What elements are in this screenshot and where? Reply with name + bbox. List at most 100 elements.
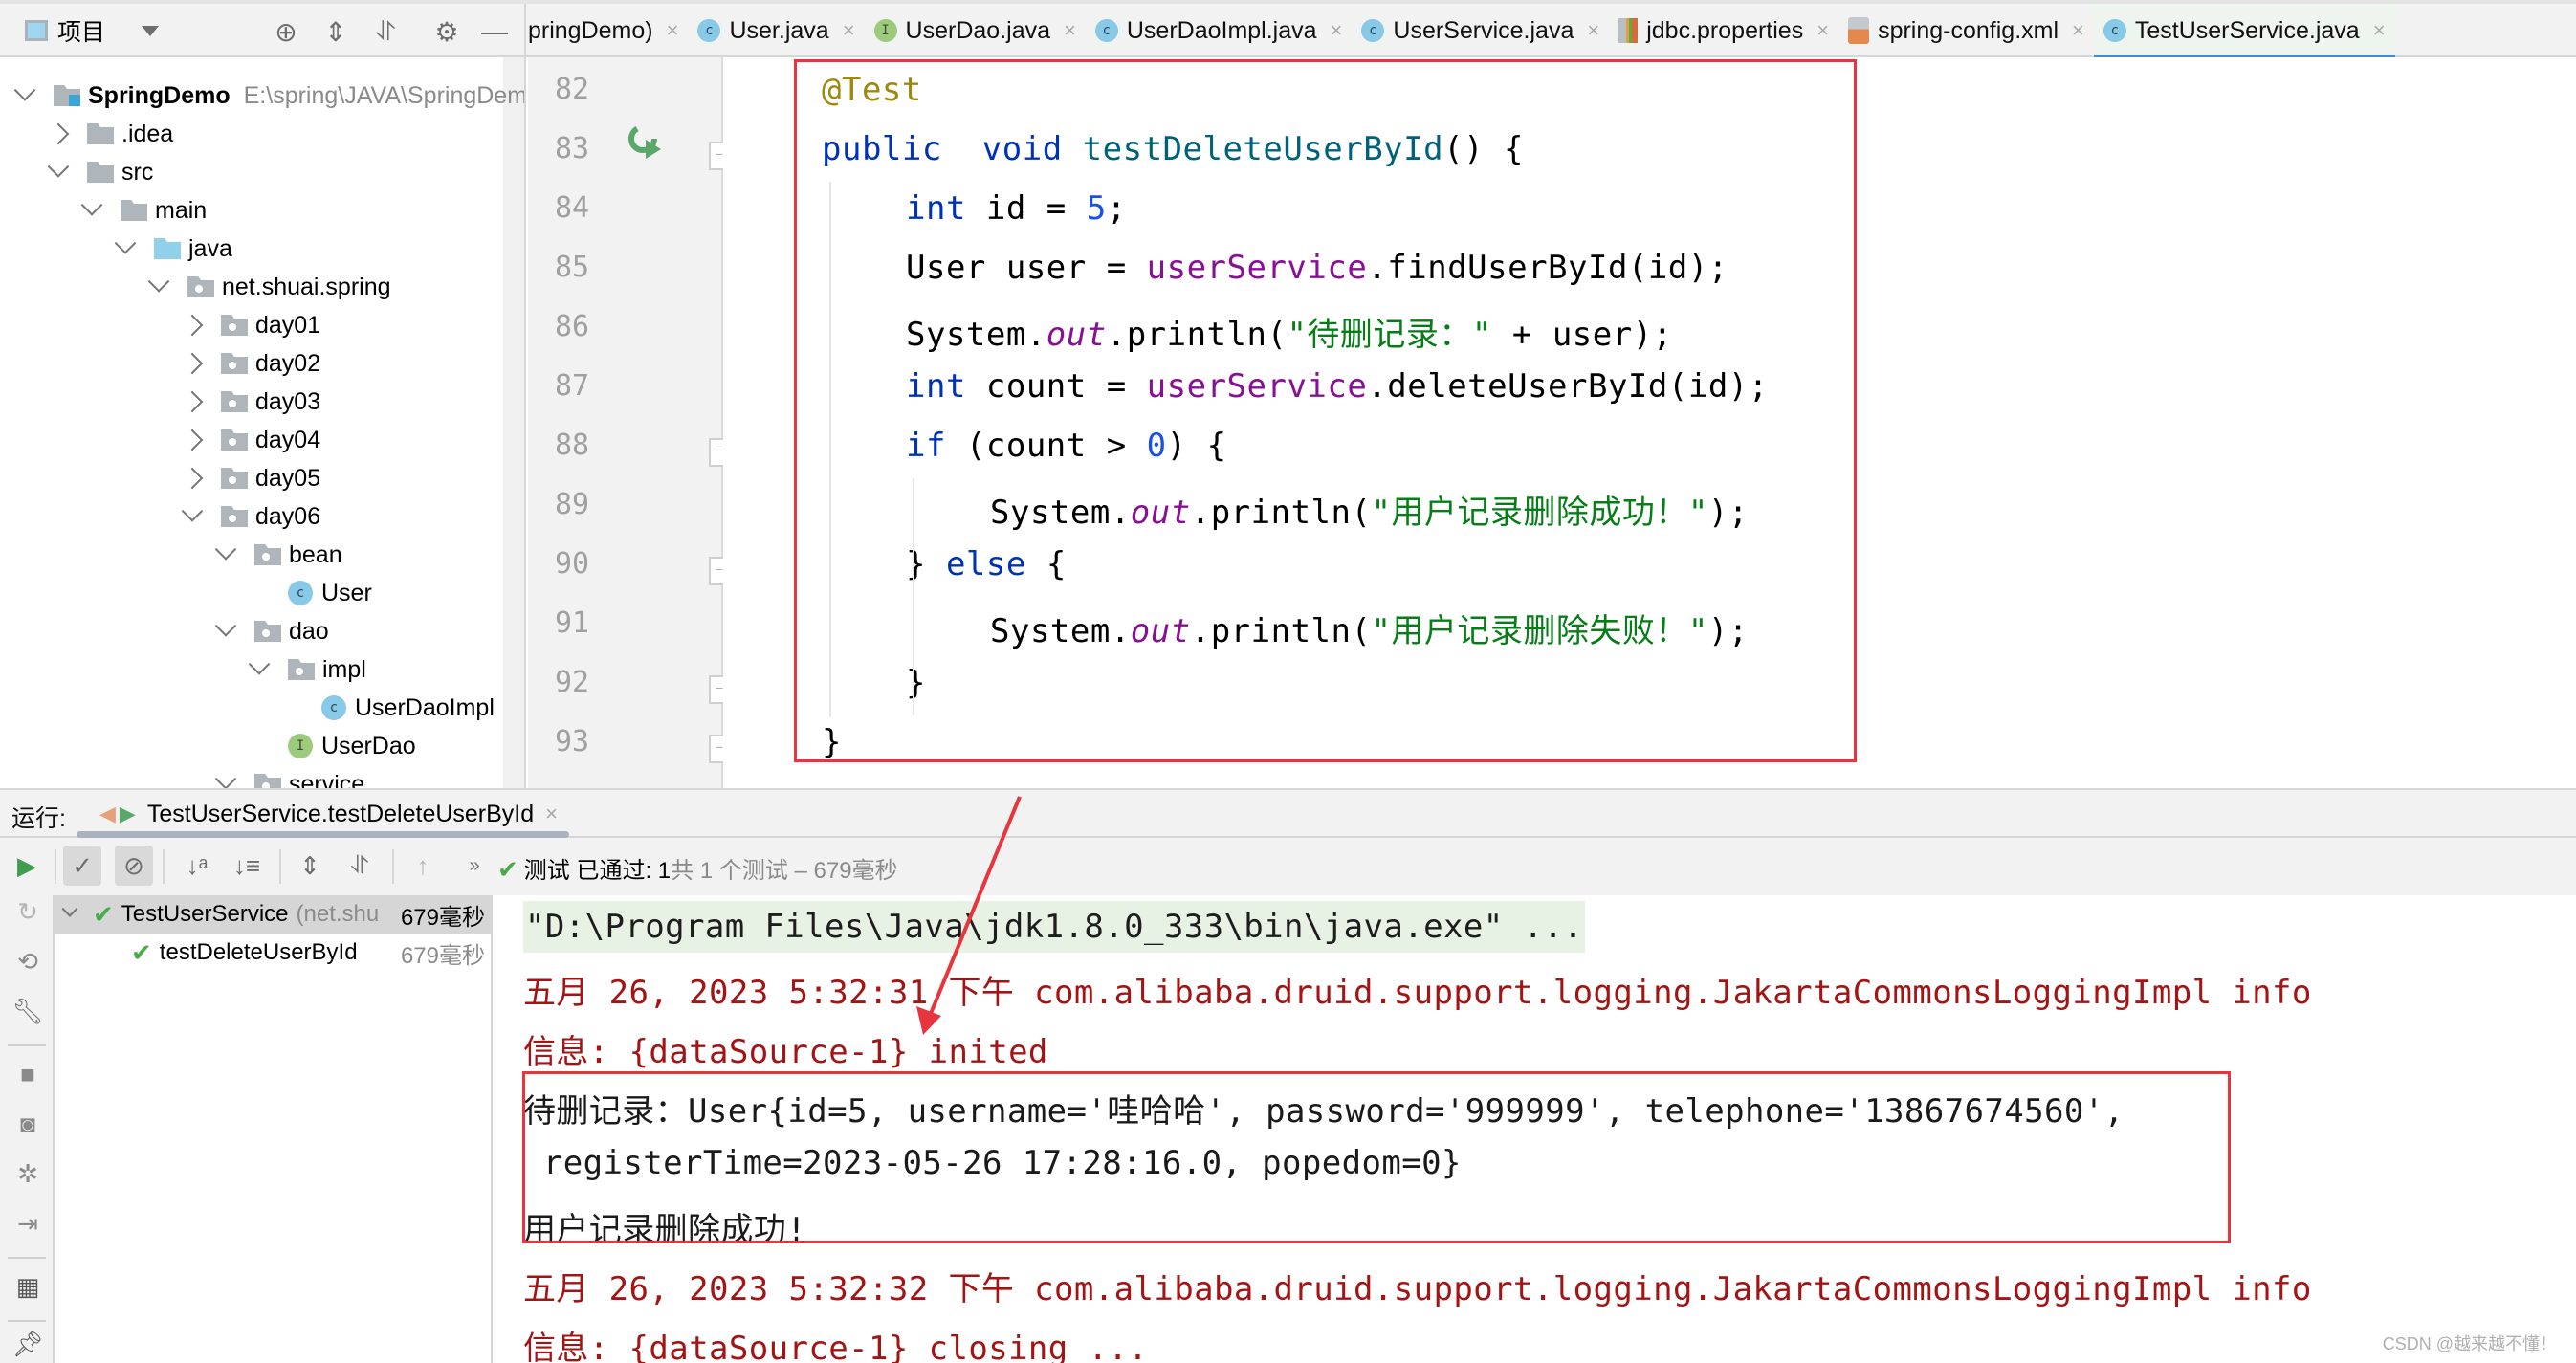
- code-token: + user);: [1491, 316, 1673, 354]
- chevron-right-icon[interactable]: [181, 467, 204, 490]
- chevron-down-icon[interactable]: [47, 156, 70, 178]
- tree-item-springdemo[interactable]: SpringDemo E:\spring\JAVA\SpringDem: [13, 77, 524, 115]
- code-token: System.: [990, 494, 1131, 532]
- console-line: 五月 26, 2023 5:32:31 下午 com.alibaba.druid…: [523, 974, 2312, 1012]
- chevron-down-icon[interactable]: [181, 500, 204, 522]
- chevron-down-icon[interactable]: [80, 194, 103, 216]
- chevron-down-icon[interactable]: [248, 653, 271, 675]
- tab-pringdemo[interactable]: pringDemo) ×: [528, 4, 688, 57]
- tree-item-label: src: [121, 158, 154, 186]
- show-ignored-toggle[interactable]: ⊘: [115, 846, 153, 886]
- collapse-all-icon[interactable]: ⥯: [341, 846, 379, 886]
- close-icon[interactable]: ×: [1331, 18, 1343, 43]
- tree-item-userdaoimpl[interactable]: c UserDaoImpl: [285, 689, 495, 727]
- tree-item-src[interactable]: src: [47, 153, 154, 191]
- tree-item-day06[interactable]: day06: [181, 497, 320, 536]
- tree-item-net-shuai-spring[interactable]: net.shuai.spring: [147, 268, 391, 306]
- import-icon[interactable]: ⇥: [11, 1207, 44, 1240]
- tab-label: UserService.java: [1393, 16, 1574, 44]
- tree-item-dao[interactable]: dao: [214, 612, 329, 650]
- close-icon[interactable]: ×: [545, 802, 558, 826]
- more-actions-icon[interactable]: »: [455, 846, 494, 886]
- tab-userdao-java[interactable]: I UserDao.java ×: [865, 4, 1086, 57]
- chevron-right-icon[interactable]: [181, 314, 204, 337]
- class-icon: c: [288, 581, 313, 605]
- tree-item-bean[interactable]: bean: [214, 536, 342, 574]
- code-token: );: [1707, 612, 1749, 650]
- code-line: if (count > 0) {: [906, 427, 1227, 465]
- close-icon[interactable]: ×: [667, 18, 679, 43]
- tree-item-userdao[interactable]: I UserDao: [252, 727, 416, 765]
- interface-icon: I: [288, 734, 313, 758]
- tree-item-user[interactable]: c User: [252, 574, 372, 612]
- layout-icon[interactable]: ▦: [11, 1270, 44, 1303]
- tab-user-java[interactable]: c User.java ×: [688, 4, 864, 57]
- rerun-failed-icon[interactable]: ↻: [11, 895, 44, 928]
- line-number: 88: [555, 429, 590, 462]
- close-icon[interactable]: ×: [1587, 18, 1599, 43]
- tree-item-main[interactable]: main: [80, 191, 207, 230]
- tab-userdaoimpl-java[interactable]: c UserDaoImpl.java ×: [1086, 4, 1353, 57]
- test-result-row[interactable]: ✔ TestUserService (net.shu 679毫秒: [55, 895, 491, 934]
- sort-alphabetically-icon[interactable]: ↓ᵃ: [178, 846, 216, 886]
- tab-spring-config-xml[interactable]: spring-config.xml ×: [1838, 4, 2094, 57]
- close-icon[interactable]: ×: [843, 18, 855, 43]
- gear-icon[interactable]: ⚙: [430, 15, 463, 48]
- tree-item-day05[interactable]: day05: [181, 459, 320, 497]
- code-token: (count >: [945, 427, 1147, 465]
- tree-scrollbar[interactable]: [503, 57, 524, 788]
- wrench-icon[interactable]: 🔧︎: [11, 995, 44, 1027]
- code-editor[interactable]: @Test public void testDeleteUserById() {i…: [723, 57, 2576, 788]
- chevron-right-icon[interactable]: [181, 429, 204, 451]
- camera-icon[interactable]: ◙: [11, 1108, 44, 1140]
- expand-all-icon[interactable]: ⇕: [291, 846, 329, 886]
- editor-tabs: pringDemo) × c User.java × I UserDao.java × c Use…: [528, 4, 2576, 57]
- toggle-auto-test-icon[interactable]: ⟲: [11, 945, 44, 978]
- chevron-right-icon[interactable]: [47, 122, 70, 145]
- chevron-down-icon[interactable]: [13, 79, 36, 101]
- tab-userservice-java[interactable]: c UserService.java ×: [1352, 4, 1609, 57]
- debug-export-icon[interactable]: ✲: [11, 1157, 44, 1190]
- tree-item-label: UserDao: [321, 732, 416, 759]
- tree-item-idea[interactable]: .idea: [47, 115, 173, 153]
- locate-icon[interactable]: ⊕: [270, 15, 302, 48]
- chevron-down-icon[interactable]: [147, 271, 170, 293]
- chevron-down-icon[interactable]: [114, 232, 137, 254]
- project-panel-title[interactable]: 项目: [57, 13, 105, 48]
- stop-icon[interactable]: ■: [11, 1058, 44, 1090]
- minimize-icon[interactable]: —: [478, 15, 511, 48]
- close-icon[interactable]: ×: [1816, 18, 1829, 43]
- rerun-icon[interactable]: ▶: [8, 846, 46, 886]
- chevron-right-icon[interactable]: [181, 352, 204, 375]
- project-tree: SpringDemo E:\spring\JAVA\SpringDem .idea s…: [0, 57, 526, 788]
- expand-all-icon[interactable]: ⇕: [319, 15, 352, 48]
- close-icon[interactable]: ×: [1064, 18, 1076, 43]
- chevron-down-icon[interactable]: [142, 25, 160, 36]
- tree-item-day02[interactable]: day02: [181, 344, 320, 383]
- run-config-tab[interactable]: ◀ ▶ TestUserService.testDeleteUserById ×: [76, 790, 570, 838]
- chevron-down-icon[interactable]: [214, 539, 237, 561]
- tree-item-service[interactable]: service: [214, 765, 364, 788]
- chevron-down-icon[interactable]: [214, 768, 237, 788]
- tree-item-impl[interactable]: impl: [248, 650, 366, 689]
- show-passed-toggle[interactable]: ✓: [63, 846, 101, 886]
- tree-item-java[interactable]: java: [114, 230, 232, 268]
- console-output[interactable]: CSDN @越来越不懂！ "D:\Program Files\Java\jdk1…: [493, 895, 2576, 1363]
- chevron-right-icon[interactable]: [181, 390, 204, 413]
- close-icon[interactable]: ×: [2373, 18, 2386, 43]
- tree-item-day04[interactable]: day04: [181, 421, 320, 459]
- collapse-all-icon[interactable]: ⥯: [369, 15, 402, 48]
- previous-failed-icon[interactable]: ↑: [404, 846, 442, 886]
- tab-testuserservice-java[interactable]: c TestUserService.java ×: [2093, 4, 2395, 57]
- line-number: 86: [555, 310, 590, 343]
- chevron-down-icon[interactable]: [61, 900, 78, 917]
- run-test-gutter-icon[interactable]: [627, 122, 665, 161]
- tab-jdbc-properties[interactable]: jdbc.properties ×: [1609, 4, 1838, 57]
- tree-item-day01[interactable]: day01: [181, 306, 320, 344]
- close-icon[interactable]: ×: [2072, 18, 2084, 43]
- tree-item-day03[interactable]: day03: [181, 383, 320, 421]
- sort-by-duration-icon[interactable]: ↓≡: [228, 846, 266, 886]
- test-result-row[interactable]: ✔ testDeleteUserById 679毫秒: [55, 934, 491, 972]
- pin-icon[interactable]: 📌︎: [11, 1328, 44, 1360]
- chevron-down-icon[interactable]: [214, 615, 237, 637]
